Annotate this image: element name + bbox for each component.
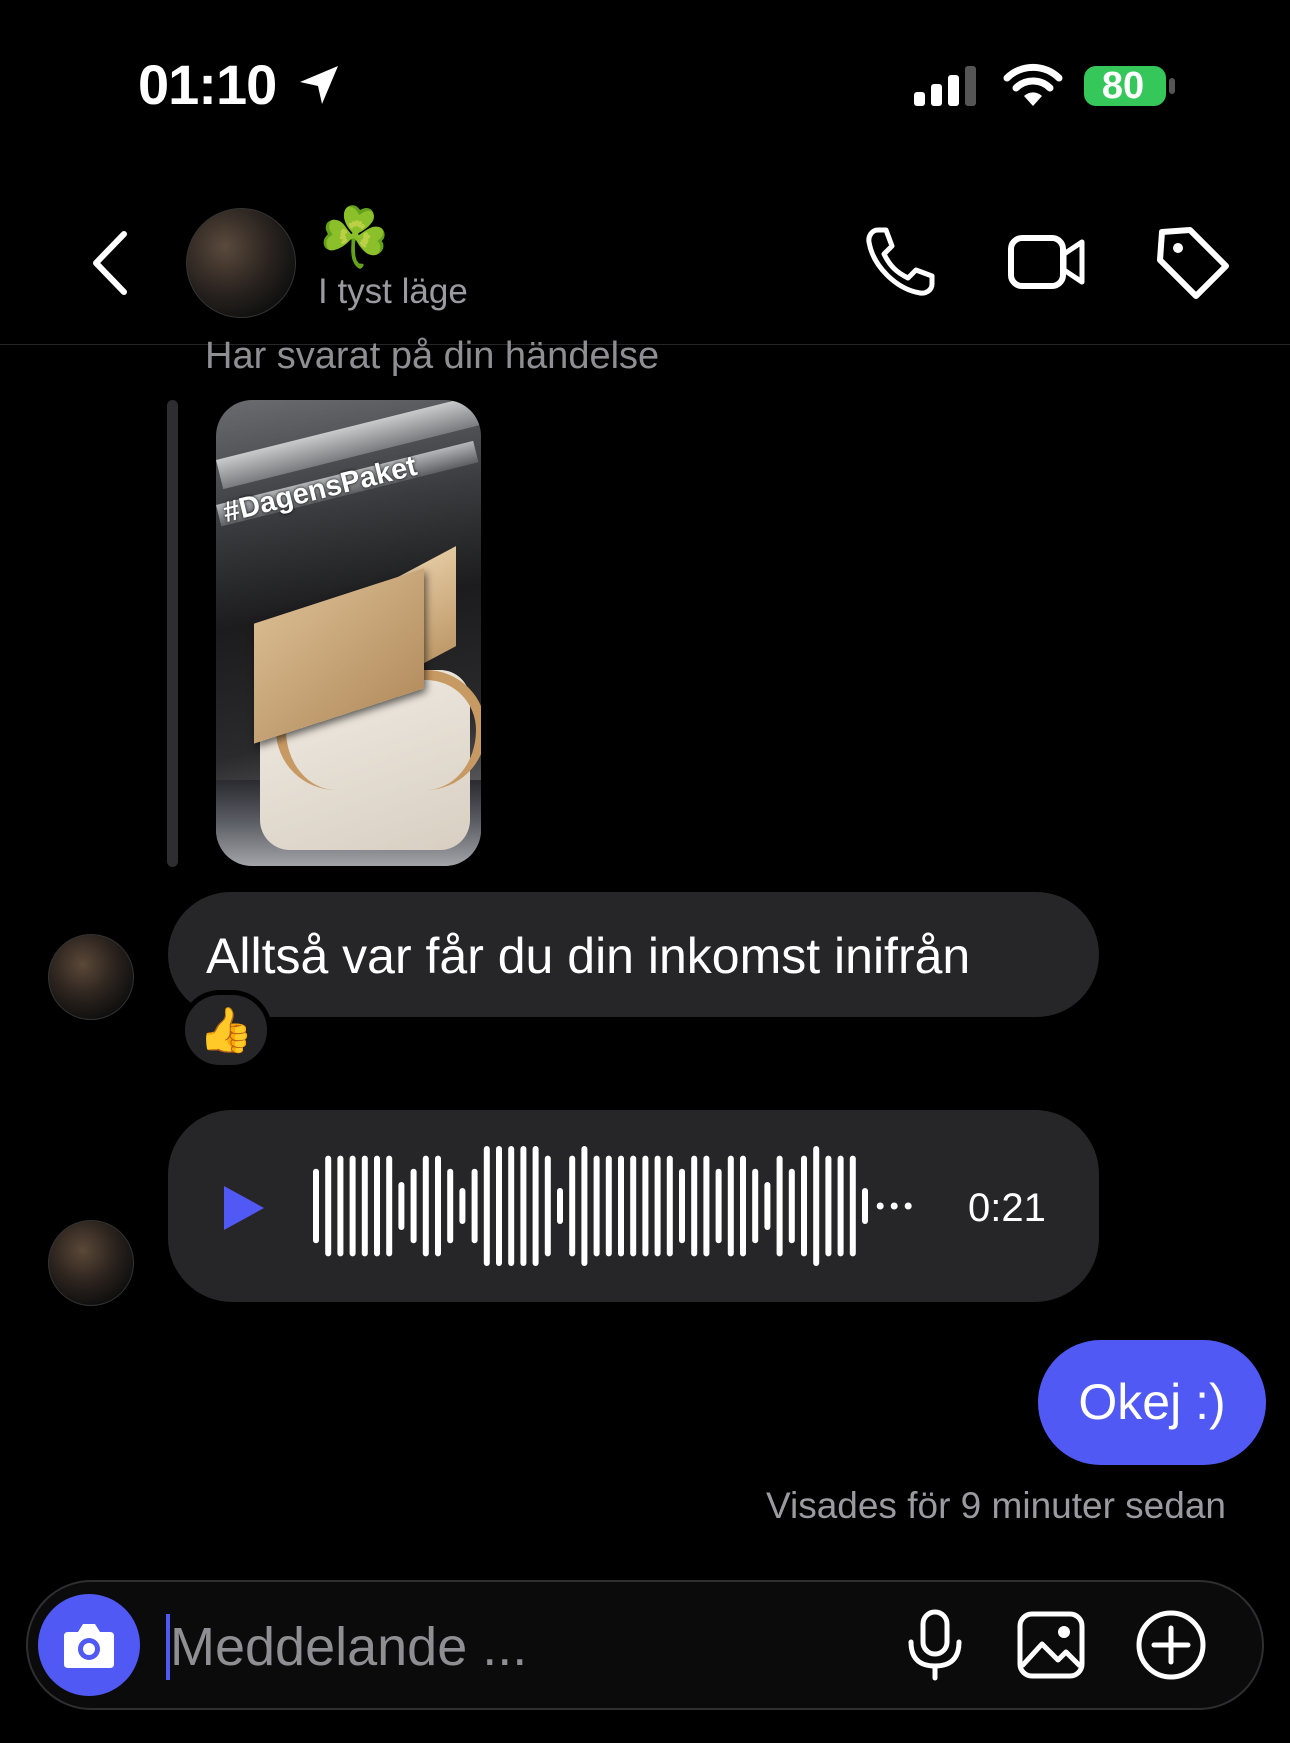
waveform-bar	[569, 1155, 576, 1257]
waveform-bar	[532, 1146, 539, 1266]
waveform-bar	[862, 1188, 868, 1224]
incoming-message-text: Alltså var får du din inkomst inifrån	[206, 928, 971, 984]
reaction-badge[interactable]: 👍	[180, 990, 272, 1070]
waveform-bar	[801, 1155, 807, 1257]
tag-icon[interactable]	[1152, 222, 1232, 302]
waveform-bar	[325, 1155, 332, 1257]
sender-avatar[interactable]	[48, 934, 134, 1020]
waveform-bar	[471, 1168, 478, 1244]
play-icon[interactable]	[220, 1182, 268, 1234]
waveform-bar	[459, 1188, 466, 1224]
waveform-bar	[837, 1155, 844, 1257]
voice-waveform[interactable]	[310, 1140, 940, 1272]
waveform-bar	[544, 1155, 551, 1257]
waveform-bar	[422, 1155, 429, 1257]
waveform-bar	[618, 1155, 624, 1257]
waveform-bar	[313, 1168, 319, 1244]
waveform-bar	[349, 1155, 356, 1257]
waveform-bar	[715, 1168, 722, 1244]
back-chevron-icon[interactable]	[88, 228, 132, 298]
reply-indicator	[167, 400, 178, 867]
camera-icon	[64, 1624, 114, 1668]
reply-label: Har svarat på din händelse	[205, 335, 660, 377]
waveform-bar	[496, 1146, 502, 1266]
waveform-bar	[593, 1155, 600, 1257]
waveform-bar	[642, 1155, 649, 1257]
waveform-bar	[740, 1155, 746, 1257]
waveform-dot	[876, 1202, 884, 1210]
waveform-bar	[386, 1155, 393, 1257]
waveform-bar	[337, 1155, 344, 1257]
waveform-bar	[398, 1182, 405, 1230]
waveform-bar	[788, 1168, 795, 1244]
waveform-bar	[654, 1155, 661, 1257]
waveform-dot	[890, 1202, 898, 1210]
waveform-bar	[508, 1146, 515, 1266]
battery-level: 80	[1101, 65, 1145, 107]
signal-icon	[914, 66, 976, 106]
waveform-bar	[849, 1155, 856, 1257]
waveform-bar	[483, 1146, 490, 1266]
waveform-bar	[581, 1146, 588, 1266]
waveform-bar	[630, 1155, 637, 1257]
status-time: 01:10	[138, 53, 277, 116]
message-input[interactable]	[170, 1612, 870, 1682]
waveform-bar	[752, 1168, 759, 1244]
waveform-bar	[557, 1188, 563, 1224]
location-arrow-icon	[300, 66, 338, 104]
seen-receipt: Visades för 9 minuter sedan	[765, 1485, 1226, 1526]
contact-status: I tyst läge	[318, 272, 468, 311]
voice-duration: 0:21	[968, 1186, 1046, 1230]
camera-button[interactable]	[38, 1594, 140, 1696]
story-thumbnail[interactable]: #DagensPaket	[216, 400, 481, 866]
waveform-bar	[703, 1155, 710, 1257]
waveform-bar	[691, 1155, 698, 1257]
waveform-bar	[776, 1155, 783, 1257]
waveform-bar	[666, 1155, 673, 1257]
waveform-bar	[727, 1155, 734, 1257]
contact-name[interactable]: ☘️	[318, 205, 390, 271]
contact-avatar[interactable]	[186, 208, 296, 318]
video-camera-icon[interactable]	[1006, 222, 1086, 302]
waveform-bar	[764, 1182, 771, 1230]
sender-avatar[interactable]	[48, 1220, 134, 1306]
gallery-icon[interactable]	[1014, 1608, 1088, 1682]
outgoing-message-text: Okej :)	[1078, 1374, 1226, 1430]
waveform-bar	[825, 1155, 832, 1257]
waveform-bar	[410, 1168, 417, 1244]
waveform-bar	[447, 1168, 454, 1244]
waveform-bar	[435, 1155, 441, 1257]
waveform-bar	[520, 1146, 527, 1266]
waveform-bar	[605, 1155, 612, 1257]
waveform-bar	[813, 1146, 820, 1266]
wifi-icon	[1003, 63, 1063, 106]
microphone-icon[interactable]	[898, 1608, 972, 1682]
waveform-bar	[374, 1155, 380, 1257]
waveform-bar	[679, 1168, 685, 1244]
waveform-dot	[904, 1202, 912, 1210]
waveform-bar	[361, 1155, 368, 1257]
plus-circle-icon[interactable]	[1134, 1608, 1208, 1682]
phone-icon[interactable]	[860, 222, 940, 302]
